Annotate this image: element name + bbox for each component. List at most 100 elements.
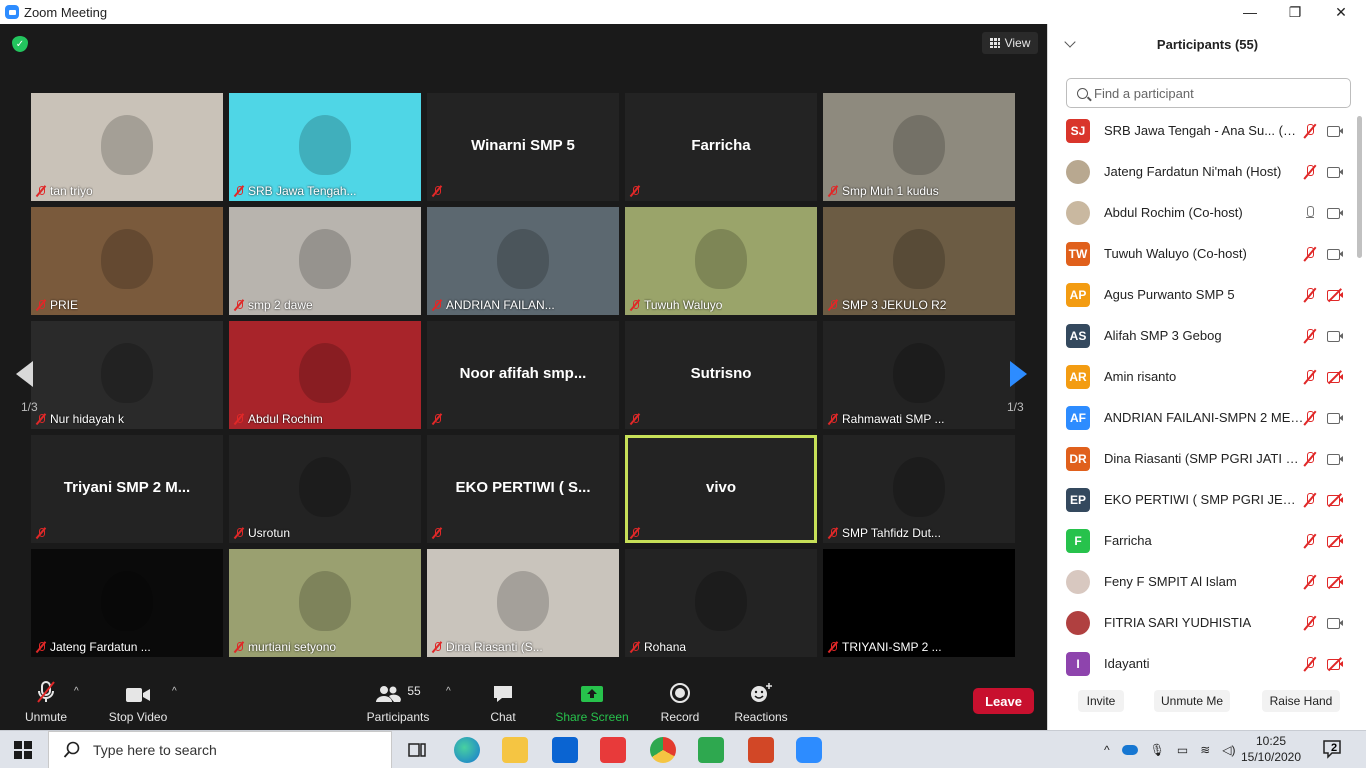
stop-video-button[interactable]: Stop Video bbox=[108, 678, 168, 726]
show-hidden-icons-chevron-icon[interactable]: ^ bbox=[1104, 743, 1110, 757]
video-tile[interactable]: Usrotun bbox=[229, 435, 421, 543]
file-explorer-icon[interactable] bbox=[502, 737, 528, 763]
record-button[interactable]: Record bbox=[660, 678, 700, 726]
microphone-icon[interactable] bbox=[1303, 205, 1317, 221]
participant-row[interactable]: I Idayanti bbox=[1048, 643, 1356, 676]
video-camera-icon[interactable] bbox=[1327, 248, 1344, 260]
onedrive-cloud-icon[interactable] bbox=[1121, 745, 1138, 755]
mail-icon[interactable] bbox=[552, 737, 578, 763]
muted-microphone-icon[interactable] bbox=[1303, 533, 1317, 549]
video-off-icon[interactable] bbox=[1327, 533, 1344, 548]
muted-microphone-icon[interactable] bbox=[1303, 328, 1317, 344]
muted-microphone-icon[interactable] bbox=[1303, 123, 1317, 139]
participant-row[interactable]: F Farricha bbox=[1048, 520, 1356, 561]
close-button[interactable]: ✕ bbox=[1318, 0, 1364, 24]
windows-start-icon[interactable] bbox=[14, 741, 32, 759]
restore-button[interactable]: ❐ bbox=[1272, 0, 1318, 24]
participant-row[interactable]: TW Tuwuh Waluyo (Co-host) bbox=[1048, 233, 1356, 274]
taskbar-search-box[interactable]: Type here to search bbox=[48, 731, 392, 768]
invite-button[interactable]: Invite bbox=[1078, 690, 1124, 712]
participant-row[interactable]: Abdul Rochim (Co-host) bbox=[1048, 192, 1356, 233]
leave-button[interactable]: Leave bbox=[973, 688, 1034, 714]
video-tile[interactable]: Sutrisno bbox=[625, 321, 817, 429]
muted-microphone-icon[interactable] bbox=[1303, 246, 1317, 262]
participant-row[interactable]: AR Amin risanto bbox=[1048, 356, 1356, 397]
video-tile[interactable]: Smp Muh 1 kudus bbox=[823, 93, 1015, 201]
powerpoint-icon[interactable] bbox=[748, 737, 774, 763]
video-off-icon[interactable] bbox=[1327, 287, 1344, 302]
unmute-button[interactable]: Unmute bbox=[24, 678, 68, 726]
video-tile[interactable]: Winarni SMP 5 bbox=[427, 93, 619, 201]
video-camera-icon[interactable] bbox=[1327, 617, 1344, 629]
chat-button[interactable]: Chat bbox=[488, 678, 518, 726]
muted-microphone-icon[interactable] bbox=[1303, 574, 1317, 590]
video-tile[interactable]: Noor afifah smp... bbox=[427, 321, 619, 429]
muted-microphone-icon[interactable] bbox=[1303, 410, 1317, 426]
video-off-icon[interactable] bbox=[1327, 369, 1344, 384]
next-page-arrow-icon[interactable] bbox=[1010, 361, 1027, 387]
video-tile[interactable]: EKO PERTIWI ( S... bbox=[427, 435, 619, 543]
participant-row[interactable]: Jateng Fardatun Ni'mah (Host) bbox=[1048, 151, 1356, 192]
participant-row[interactable]: AP Agus Purwanto SMP 5 bbox=[1048, 274, 1356, 315]
video-options-caret-icon[interactable]: ^ bbox=[172, 686, 177, 697]
raise-hand-button[interactable]: Raise Hand bbox=[1262, 690, 1340, 712]
task-view-icon[interactable] bbox=[404, 737, 430, 763]
video-tile[interactable]: murtiani setyono bbox=[229, 549, 421, 657]
muted-microphone-icon[interactable] bbox=[1303, 492, 1317, 508]
participant-row[interactable]: FITRIA SARI YUDHISTIA bbox=[1048, 602, 1356, 643]
video-tile[interactable]: Farricha bbox=[625, 93, 817, 201]
video-tile[interactable]: smp 2 dawe bbox=[229, 207, 421, 315]
video-camera-icon[interactable] bbox=[1327, 166, 1344, 178]
video-camera-icon[interactable] bbox=[1327, 412, 1344, 424]
participant-row[interactable]: AS Alifah SMP 3 Gebog bbox=[1048, 315, 1356, 356]
share-screen-button[interactable]: Share Screen bbox=[555, 678, 629, 726]
participants-options-caret-icon[interactable]: ^ bbox=[446, 686, 451, 697]
video-tile[interactable]: SMP 3 JEKULO R2 bbox=[823, 207, 1015, 315]
video-off-icon[interactable] bbox=[1327, 574, 1344, 589]
zoom-taskbar-icon[interactable] bbox=[796, 737, 822, 763]
unmute-me-button[interactable]: Unmute Me bbox=[1154, 690, 1230, 712]
muted-microphone-icon[interactable] bbox=[1303, 369, 1317, 385]
previous-page-arrow-icon[interactable] bbox=[16, 361, 33, 387]
camtasia-icon[interactable] bbox=[698, 737, 724, 763]
participants-scrollbar[interactable] bbox=[1357, 116, 1362, 258]
participants-button[interactable]: 55 Participants bbox=[366, 678, 430, 726]
video-tile[interactable]: ANDRIAN FAILAN... bbox=[427, 207, 619, 315]
video-camera-icon[interactable] bbox=[1327, 207, 1344, 219]
participant-row[interactable]: SJ SRB Jawa Tengah - Ana Su... (Me) bbox=[1048, 110, 1356, 151]
audio-options-caret-icon[interactable]: ^ bbox=[74, 686, 79, 697]
microphone-tray-icon[interactable]: 🎙 bbox=[1150, 743, 1165, 757]
video-tile[interactable]: Tuwuh Waluyo bbox=[625, 207, 817, 315]
reactions-button[interactable]: Reactions bbox=[734, 678, 788, 726]
video-off-icon[interactable] bbox=[1327, 656, 1344, 671]
video-tile[interactable]: Jateng Fardatun ... bbox=[31, 549, 223, 657]
video-tile[interactable]: Abdul Rochim bbox=[229, 321, 421, 429]
video-tile[interactable]: Triyani SMP 2 M... bbox=[31, 435, 223, 543]
wifi-icon[interactable]: ≋ bbox=[1200, 743, 1210, 757]
notifications-icon[interactable]: 2 bbox=[1322, 739, 1344, 759]
video-camera-icon[interactable] bbox=[1327, 453, 1344, 465]
video-tile[interactable]: SMP Tahfidz Dut... bbox=[823, 435, 1015, 543]
minimize-button[interactable]: — bbox=[1227, 0, 1273, 24]
video-tile[interactable]: Rahmawati SMP ... bbox=[823, 321, 1015, 429]
video-tile[interactable]: PRIE bbox=[31, 207, 223, 315]
muted-microphone-icon[interactable] bbox=[1303, 164, 1317, 180]
video-tile[interactable]: Nur hidayah k bbox=[31, 321, 223, 429]
edge-browser-icon[interactable] bbox=[454, 737, 480, 763]
participant-row[interactable]: DR Dina Riasanti (SMP PGRI JATI K... bbox=[1048, 438, 1356, 479]
find-participant-input[interactable] bbox=[1094, 85, 1334, 101]
video-camera-icon[interactable] bbox=[1327, 125, 1344, 137]
battery-icon[interactable]: ▭ bbox=[1177, 743, 1188, 757]
muted-microphone-icon[interactable] bbox=[1303, 615, 1317, 631]
participant-row[interactable]: Feny F SMPIT Al Islam bbox=[1048, 561, 1356, 602]
participant-row[interactable]: AF ANDRIAN FAILANI-SMPN 2 MEJ... bbox=[1048, 397, 1356, 438]
video-tile[interactable]: SRB Jawa Tengah... bbox=[229, 93, 421, 201]
video-tile[interactable]: Dina Riasanti (S... bbox=[427, 549, 619, 657]
security-shield-icon[interactable]: ✓ bbox=[12, 36, 28, 52]
gift-app-icon[interactable] bbox=[600, 737, 626, 763]
muted-microphone-icon[interactable] bbox=[1303, 656, 1317, 672]
video-tile[interactable]: tan triyo bbox=[31, 93, 223, 201]
taskbar-clock[interactable]: 10:25 15/10/2020 bbox=[1238, 733, 1304, 765]
video-off-icon[interactable] bbox=[1327, 492, 1344, 507]
volume-icon[interactable]: ◁) bbox=[1222, 743, 1235, 757]
